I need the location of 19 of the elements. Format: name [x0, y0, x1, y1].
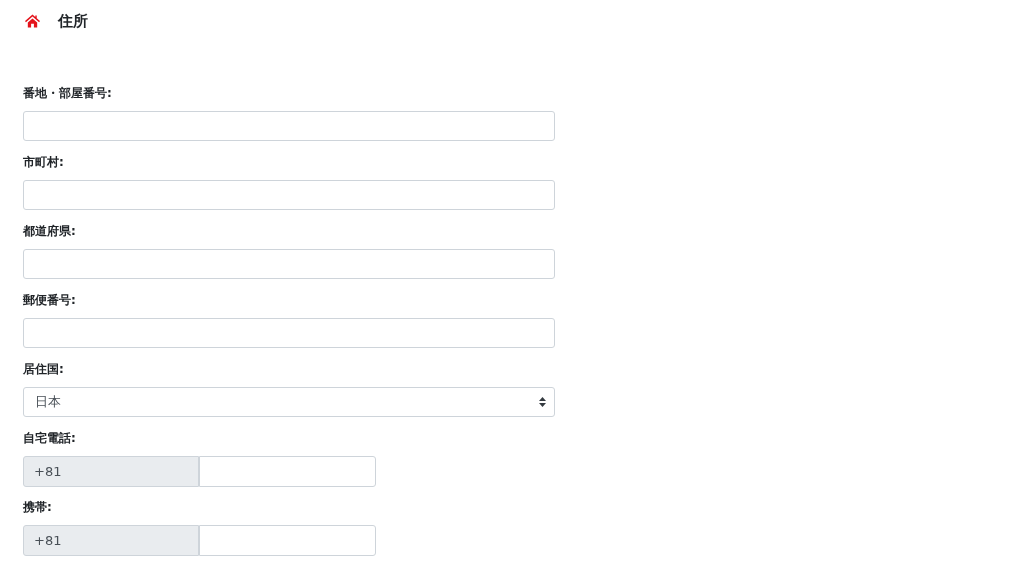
text-input[interactable] — [23, 318, 555, 348]
country-code: +81 — [23, 456, 199, 487]
field-label: 市町村: — [23, 154, 65, 171]
home-icon — [25, 14, 40, 28]
country-select[interactable]: 日本 — [23, 387, 555, 417]
phone-input[interactable] — [199, 525, 376, 556]
text-input[interactable] — [23, 111, 555, 141]
phone-input[interactable] — [199, 456, 376, 487]
text-input[interactable] — [23, 180, 555, 210]
page-title: 住所 — [58, 11, 88, 31]
field-label: 郵便番号: — [23, 292, 77, 309]
caret-icon — [539, 397, 546, 407]
field-label: 都道府県: — [23, 223, 77, 240]
field-label: 携帯: — [23, 499, 53, 516]
field-label: 居住国: — [23, 361, 65, 378]
field-label: 自宅電話: — [23, 430, 77, 447]
field-label: 番地・部屋番号: — [23, 85, 113, 102]
country-code: +81 — [23, 525, 199, 556]
text-input[interactable] — [23, 249, 555, 279]
